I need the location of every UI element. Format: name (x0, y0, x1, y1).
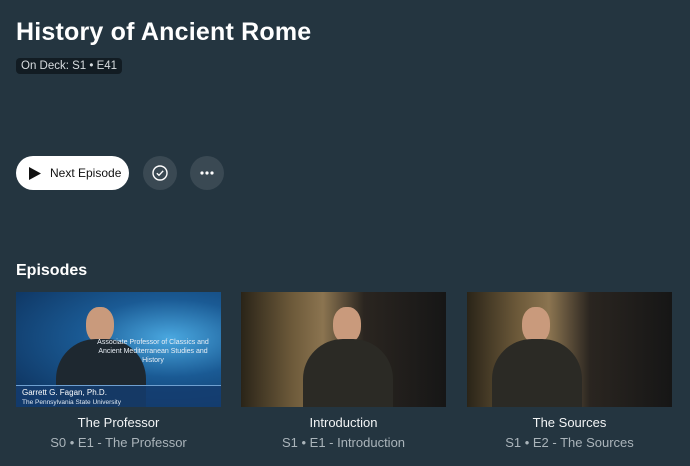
mark-watched-button[interactable] (143, 156, 177, 190)
episode-card[interactable]: Associate Professor of Classics and Anci… (16, 292, 221, 450)
episode-thumbnail[interactable]: Associate Professor of Classics and Anci… (16, 292, 221, 407)
episode-thumbnail[interactable] (241, 292, 446, 407)
show-title: History of Ancient Rome (16, 18, 312, 46)
episodes-heading: Episodes (16, 262, 88, 279)
check-circle-icon (152, 165, 168, 181)
episode-title: The Professor (77, 415, 160, 430)
thumbnail-caption: Associate Professor of Classics and Anci… (97, 339, 209, 364)
episode-title: Introduction (309, 415, 378, 430)
episode-card[interactable]: The Sources S1 • E2 - The Sources (467, 292, 672, 450)
thumbnail-affiliation: The Pennsylvania State University (22, 399, 121, 406)
episode-title: The Sources (532, 415, 607, 430)
episode-subtitle: S0 • E1 - The Professor (50, 435, 187, 450)
episode-subtitle: S1 • E1 - Introduction (281, 435, 406, 450)
on-deck-badge: On Deck: S1 • E41 (16, 58, 123, 74)
episode-subtitle: S1 • E2 - The Sources (505, 435, 634, 450)
episode-thumbnail[interactable] (467, 292, 672, 407)
next-episode-label: Next Episode (50, 166, 122, 180)
episode-card[interactable]: Introduction S1 • E1 - Introduction (241, 292, 446, 450)
next-episode-button[interactable]: Next Episode (16, 156, 129, 190)
thumbnail-name: Garrett G. Fagan, Ph.D. (22, 388, 107, 397)
ellipsis-icon (200, 171, 214, 175)
more-options-button[interactable] (190, 156, 224, 190)
play-icon (29, 166, 41, 180)
